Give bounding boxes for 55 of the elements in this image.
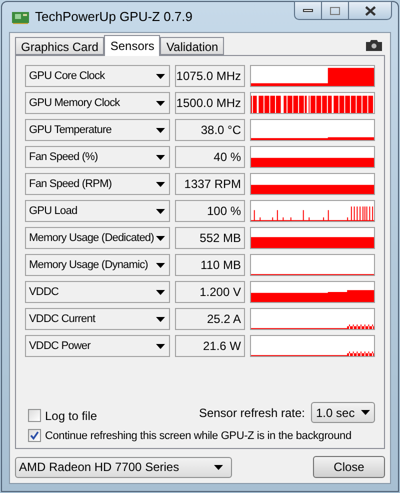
sensor-dropdown[interactable]: VDDC Power <box>25 335 170 357</box>
sensor-value: 110 MB <box>175 254 245 276</box>
sensor-value: 1337 RPM <box>175 173 245 195</box>
checkbox-label: Log to file <box>45 408 98 424</box>
caret-icon <box>156 262 165 268</box>
caret-icon <box>156 100 165 106</box>
caret-icon <box>361 410 370 415</box>
caret-icon <box>156 74 165 78</box>
close-window-button[interactable] <box>348 1 392 20</box>
refresh-rate-label: Sensor refresh rate: <box>198 404 305 422</box>
sensor-dropdown[interactable]: GPU Temperature <box>25 119 170 141</box>
window-title: TechPowerUp GPU-Z 0.7.9 <box>35 8 193 26</box>
sensor-dropdown[interactable]: GPU Core Clock <box>25 65 170 87</box>
sensor-dropdown[interactable]: GPU Memory Clock <box>25 92 170 114</box>
sensor-dropdown[interactable]: GPU Load <box>25 200 170 222</box>
sensor-value: 38.0 °C <box>175 119 245 141</box>
sensor-value: 552 MB <box>175 227 245 249</box>
caret-icon <box>156 316 165 322</box>
refresh-rate-dropdown[interactable]: 1.0 sec <box>311 402 375 423</box>
sensor-dropdown[interactable]: Fan Speed (%) <box>25 146 170 168</box>
sensor-value: 1500.0 MHz <box>175 92 245 114</box>
sensor-dropdown[interactable]: Fan Speed (RPM) <box>25 173 170 195</box>
caret-icon <box>156 182 165 186</box>
close-icon <box>364 6 376 16</box>
caret-icon <box>156 236 165 240</box>
sensor-dropdown[interactable]: VDDC Current <box>25 308 170 330</box>
sensor-value: 25.2 A <box>175 308 245 330</box>
sensor-value: 40 % <box>175 146 245 168</box>
sensor-value: 100 % <box>175 200 245 222</box>
gpu-dropdown[interactable]: AMD Radeon HD 7700 Series <box>15 456 232 478</box>
tab[interactable]: Validation <box>160 37 224 55</box>
checkbox-label: Continue refreshing this screen while GPU-Z is in the background <box>45 428 352 444</box>
sensor-dropdown[interactable]: VDDC <box>25 281 170 303</box>
minimize-icon <box>303 9 313 12</box>
caret-icon <box>156 290 165 294</box>
tab[interactable]: Graphics Card <box>15 37 104 55</box>
caret-icon <box>156 208 165 214</box>
sensor-value: 1.200 V <box>175 281 245 303</box>
sensor-value: 1075.0 MHz <box>175 65 245 87</box>
sensor-dropdown[interactable]: Memory Usage (Dedicated) <box>25 227 170 249</box>
camera-icon[interactable] <box>366 40 382 51</box>
sensor-value: 21.6 W <box>175 335 245 357</box>
minimize-button[interactable] <box>294 1 322 20</box>
sensor-dropdown[interactable]: Memory Usage (Dynamic) <box>25 254 170 276</box>
app-icon <box>12 10 29 24</box>
maximize-icon <box>330 6 340 14</box>
checkbox[interactable] <box>28 429 41 442</box>
checkbox[interactable] <box>28 409 41 422</box>
tab[interactable]: Sensors <box>104 35 160 56</box>
close-button[interactable]: Close <box>313 456 385 478</box>
maximize-button[interactable] <box>322 1 348 20</box>
caret-icon <box>156 154 165 160</box>
caret-icon <box>214 464 223 470</box>
caret-icon <box>156 344 165 348</box>
caret-icon <box>156 128 165 132</box>
